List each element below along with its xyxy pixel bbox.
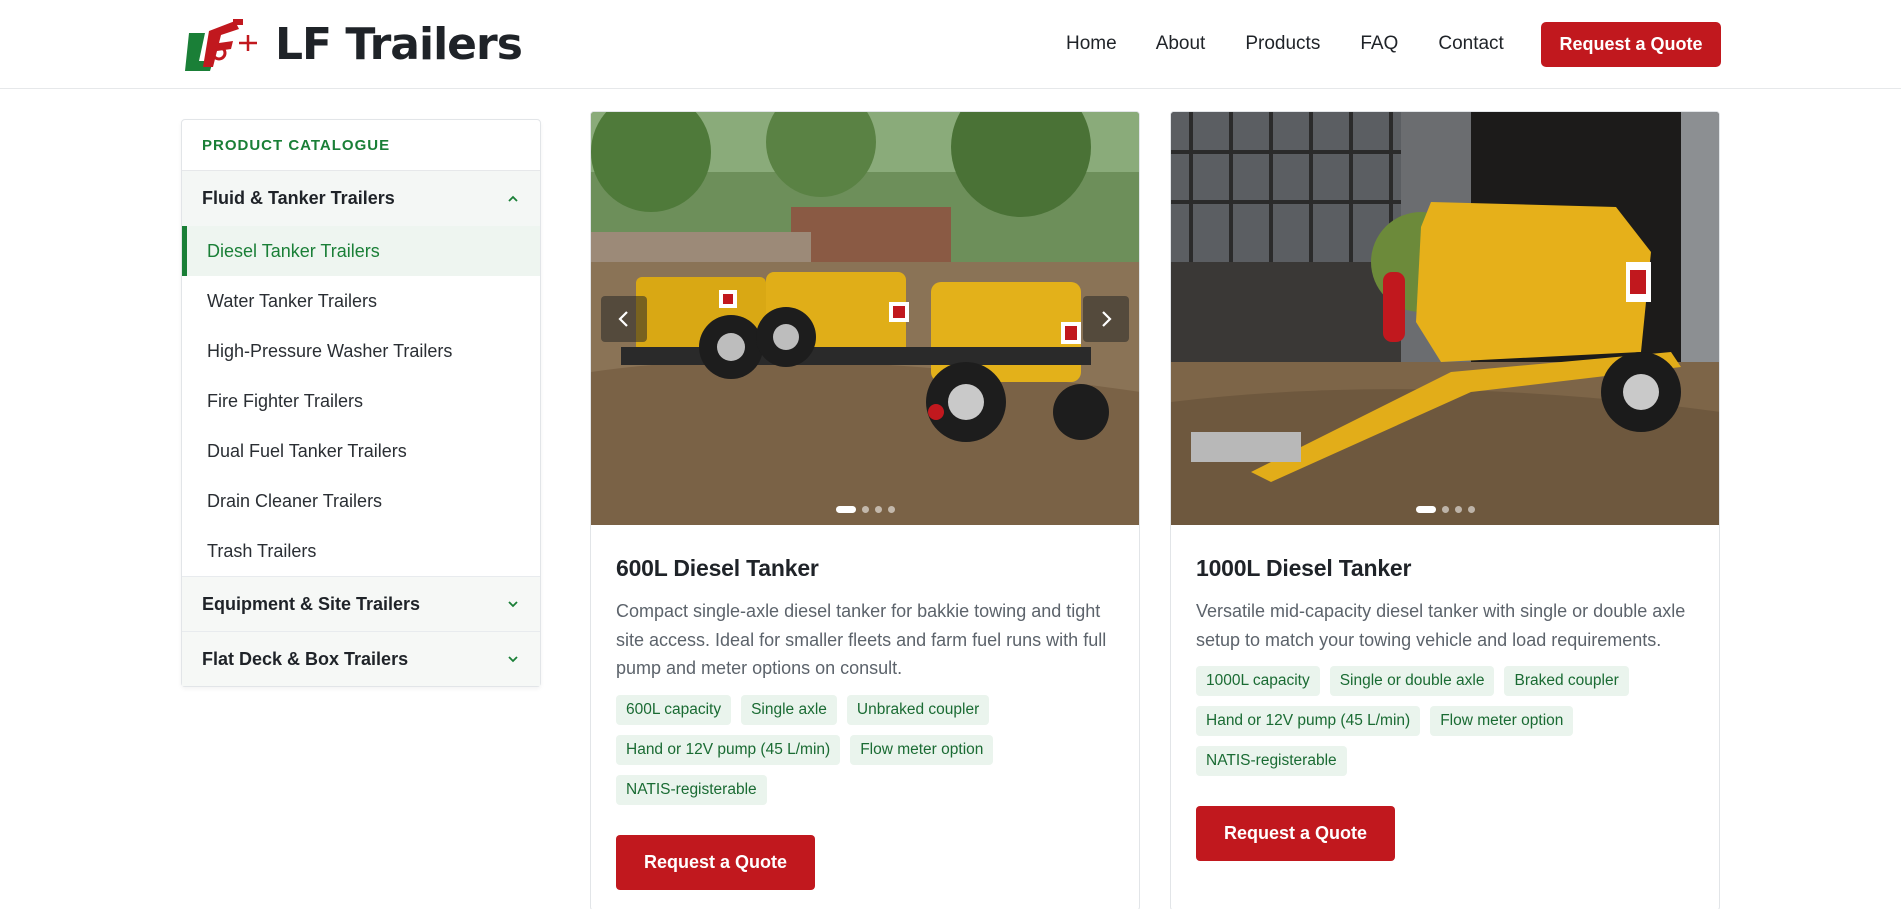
spec-tag: NATIS-registerable <box>616 774 767 805</box>
request-quote-button[interactable]: Request a Quote <box>1196 806 1395 861</box>
header-request-quote-button[interactable]: Request a Quote <box>1541 22 1721 67</box>
carousel-dot[interactable] <box>1467 506 1475 513</box>
product-card-1000l: 1000L Diesel Tanker Versatile mid-capaci… <box>1170 111 1720 909</box>
category-equipment-site[interactable]: Equipment & Site Trailers <box>182 576 540 631</box>
sidebar-item-diesel-tanker[interactable]: Diesel Tanker Trailers <box>182 226 540 276</box>
nav-about-link[interactable]: About <box>1156 33 1206 55</box>
chevron-down-icon <box>508 601 518 608</box>
main-nav: Home About Products FAQ Contact <box>1066 22 1544 66</box>
chevron-right-icon <box>1102 311 1112 327</box>
category-label: Fluid & Tanker Trailers <box>202 188 395 208</box>
sidebar-item-trash[interactable]: Trash Trailers <box>182 526 540 576</box>
carousel-dot[interactable] <box>1454 506 1462 513</box>
nav-faq-link[interactable]: FAQ <box>1360 33 1398 55</box>
catalogue-title: PRODUCT CATALOGUE <box>182 120 540 171</box>
sidebar-item-water-tanker[interactable]: Water Tanker Trailers <box>182 276 540 326</box>
product-description: Versatile mid-capacity diesel tanker wit… <box>1196 601 1686 650</box>
brand-logo[interactable]: LF Trailers <box>183 15 523 73</box>
carousel-dot[interactable] <box>861 506 869 513</box>
product-catalogue-sidebar: PRODUCT CATALOGUE Fluid & Tanker Trailer… <box>181 119 541 687</box>
spec-tag: Hand or 12V pump (45 L/min) <box>1196 706 1421 736</box>
sidebar-item-dual-fuel[interactable]: Dual Fuel Tanker Trailers <box>182 426 540 476</box>
category-label: Equipment & Site Trailers <box>202 593 421 614</box>
product-card-body: 1000L Diesel Tanker Versatile mid-capaci… <box>1171 525 1719 861</box>
sidebar-item-drain-cleaner[interactable]: Drain Cleaner Trailers <box>182 476 540 526</box>
carousel-next-button[interactable] <box>1083 296 1129 342</box>
spec-tag: NATIS-registerable <box>1196 746 1347 776</box>
request-quote-button[interactable]: Request a Quote <box>616 834 815 890</box>
product-title: 1000L Diesel Tanker <box>1196 555 1412 581</box>
nav-contact-link[interactable]: Contact <box>1438 33 1503 55</box>
carousel-indicators <box>591 506 1139 513</box>
chevron-left-icon <box>618 311 628 327</box>
site-header: LF Trailers Home About Products FAQ Cont… <box>0 0 1901 89</box>
spec-tag: Unbraked coupler <box>846 694 990 725</box>
product-card-600l: 600L Diesel Tanker Compact single-axle d… <box>590 111 1140 909</box>
carousel-dot[interactable] <box>887 506 895 513</box>
carousel-dot[interactable] <box>1441 506 1449 513</box>
category-label: Flat Deck & Box Trailers <box>202 648 409 669</box>
spec-tag: Single axle <box>741 694 837 725</box>
sidebar-item-fire-fighter[interactable]: Fire Fighter Trailers <box>182 376 540 426</box>
product-card-body: 600L Diesel Tanker Compact single-axle d… <box>591 525 1139 890</box>
sidebar-item-washer[interactable]: High-Pressure Washer Trailers <box>182 326 540 376</box>
yellow-diesel-tanker-trailer-photo <box>1171 112 1719 525</box>
carousel-indicators <box>1171 506 1719 513</box>
spec-tag: Flow meter option <box>1430 706 1574 736</box>
nav-home-link[interactable]: Home <box>1066 33 1117 55</box>
category-fluid-tanker[interactable]: Fluid & Tanker Trailers <box>182 171 540 226</box>
nav-products-link[interactable]: Products <box>1245 33 1320 55</box>
carousel-dot[interactable] <box>874 506 882 513</box>
product-spec-tags: 1000L capacity Single or double axle Bra… <box>1196 666 1696 776</box>
chevron-down-icon <box>508 656 518 663</box>
product-title: 600L Diesel Tanker <box>616 555 819 581</box>
brand-name: LF Trailers <box>275 18 523 70</box>
carousel-dot[interactable] <box>1415 506 1436 513</box>
product-description: Compact single-axle diesel tanker for ba… <box>616 601 1107 678</box>
spec-tag: Flow meter option <box>850 734 994 765</box>
spec-tag: Braked coupler <box>1504 666 1629 696</box>
category-flat-deck-box[interactable]: Flat Deck & Box Trailers <box>182 631 540 686</box>
product-spec-tags: 600L capacity Single axle Unbraked coupl… <box>616 694 1116 805</box>
spec-tag: 600L capacity <box>616 694 732 725</box>
spec-tag: Hand or 12V pump (45 L/min) <box>616 734 841 765</box>
lf-logo-icon <box>185 19 257 71</box>
product-image-carousel[interactable] <box>1171 112 1719 525</box>
product-image-carousel[interactable] <box>591 112 1139 525</box>
yellow-diesel-tanker-trailers-photo <box>591 112 1139 525</box>
chevron-up-icon <box>508 195 518 202</box>
spec-tag: Single or double axle <box>1329 666 1495 696</box>
carousel-prev-button[interactable] <box>601 296 647 342</box>
carousel-dot[interactable] <box>835 506 856 513</box>
spec-tag: 1000L capacity <box>1196 666 1320 696</box>
